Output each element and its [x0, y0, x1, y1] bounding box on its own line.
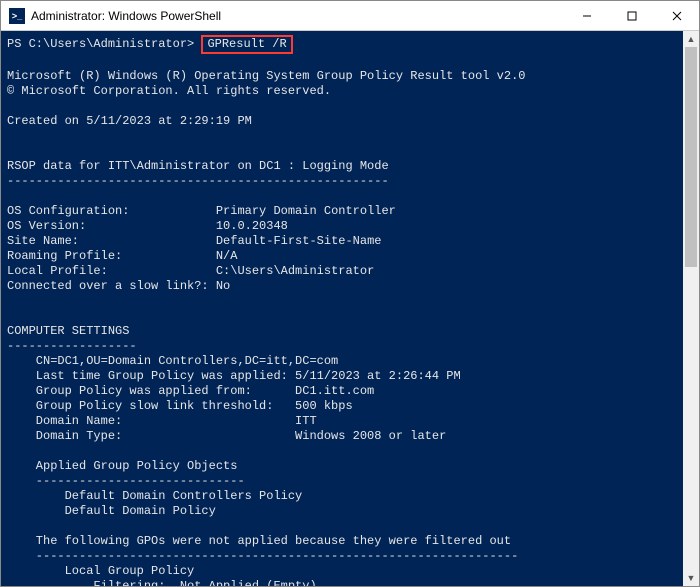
window-controls — [564, 1, 699, 30]
slow-threshold: Group Policy slow link threshold: 500 kb… — [7, 399, 353, 413]
title-left: >_ Administrator: Windows PowerShell — [1, 8, 221, 24]
filtered-heading: The following GPOs were not applied beca… — [7, 534, 511, 548]
terminal-output[interactable]: PS C:\Users\Administrator> GPResult /R M… — [1, 31, 683, 586]
header-line2: © Microsoft Corporation. All rights rese… — [7, 84, 331, 98]
prompt-prefix: PS C:\Users\Administrator> — [7, 37, 201, 51]
site-name: Site Name: Default-First-Site-Name — [7, 234, 381, 248]
computer-heading: COMPUTER SETTINGS — [7, 324, 129, 338]
close-button[interactable] — [654, 1, 699, 30]
os-config: OS Configuration: Primary Domain Control… — [7, 204, 396, 218]
filtered-item1b: Filtering: Not Applied (Empty) — [7, 579, 317, 586]
applied-dashes: ----------------------------- — [7, 474, 245, 488]
command-highlight: GPResult /R — [201, 35, 292, 54]
scroll-up-button[interactable]: ▲ — [683, 31, 699, 47]
rsop-dashes: ----------------------------------------… — [7, 174, 389, 188]
scroll-track[interactable] — [683, 47, 699, 570]
scroll-down-button[interactable]: ▼ — [683, 570, 699, 586]
command-text: GPResult /R — [207, 37, 286, 51]
os-version: OS Version: 10.0.20348 — [7, 219, 288, 233]
applied-item2: Default Domain Policy — [7, 504, 216, 518]
rsop-title: RSOP data for ITT\Administrator on DC1 :… — [7, 159, 389, 173]
created-line: Created on ‎5/‎11/‎2023 at 2:29:19 PM — [7, 114, 252, 128]
domain-type: Domain Type: Windows 2008 or later — [7, 429, 446, 443]
prompt-line: PS C:\Users\Administrator> GPResult /R — [7, 37, 293, 51]
header-line1: Microsoft (R) Windows (R) Operating Syst… — [7, 69, 525, 83]
roaming-profile: Roaming Profile: N/A — [7, 249, 237, 263]
cn-line: CN=DC1,OU=Domain Controllers,DC=itt,DC=c… — [7, 354, 338, 368]
local-profile: Local Profile: C:\Users\Administrator — [7, 264, 374, 278]
applied-item1: Default Domain Controllers Policy — [7, 489, 302, 503]
vertical-scrollbar[interactable]: ▲ ▼ — [683, 31, 699, 586]
domain-name: Domain Name: ITT — [7, 414, 317, 428]
powershell-icon: >_ — [9, 8, 25, 24]
computer-dashes: ------------------ — [7, 339, 137, 353]
content-wrap: PS C:\Users\Administrator> GPResult /R M… — [1, 31, 699, 586]
powershell-window: >_ Administrator: Windows PowerShell PS … — [0, 0, 700, 587]
scroll-thumb[interactable] — [685, 47, 697, 267]
minimize-button[interactable] — [564, 1, 609, 30]
last-applied: Last time Group Policy was applied: 5/11… — [7, 369, 461, 383]
filtered-item1: Local Group Policy — [7, 564, 194, 578]
maximize-button[interactable] — [609, 1, 654, 30]
applied-heading: Applied Group Policy Objects — [7, 459, 237, 473]
window-title: Administrator: Windows PowerShell — [31, 9, 221, 23]
applied-from: Group Policy was applied from: DC1.itt.c… — [7, 384, 374, 398]
slow-link: Connected over a slow link?: No — [7, 279, 230, 293]
filtered-dashes: ----------------------------------------… — [7, 549, 518, 563]
titlebar[interactable]: >_ Administrator: Windows PowerShell — [1, 1, 699, 31]
